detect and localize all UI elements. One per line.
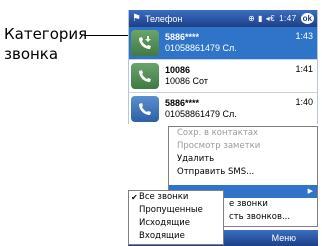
callout-label: Категория звонка [4, 24, 87, 64]
clock[interactable]: 1:47 [279, 14, 297, 23]
call-detail: 01058861479 Сл. [165, 109, 237, 119]
submenu-item-label: Все звонки [139, 192, 189, 202]
call-time: 1:43 [295, 31, 313, 41]
call-name: 10086 [165, 65, 191, 75]
callout-label-line2: звонка [4, 45, 59, 63]
start-menu-icon[interactable]: ⚑ [132, 13, 141, 24]
app-title: Телефон [144, 13, 183, 24]
menu-item-send-sms[interactable]: Отправить SMS... [169, 166, 317, 179]
call-detail: 01058861479 Сл. [165, 43, 237, 53]
call-time: 1:40 [295, 97, 313, 107]
menu-item-delete[interactable]: Удалить [169, 153, 317, 166]
menu-softkey[interactable]: Меню [272, 233, 296, 243]
incoming-call-icon [131, 63, 159, 89]
call-list-item[interactable]: 5886**** 01058861479 Сл. 1:43 [129, 27, 317, 60]
call-log-screen: ⚑ Телефон ⊕ ▮ ◂€ 1:47 ok 5886**** 010588… [128, 10, 318, 128]
submenu-item-all-calls[interactable]: ✔ Все звонки [129, 191, 223, 204]
signal-battery-icons: ⊕ ▮ ◂€ [248, 14, 276, 23]
call-name: 5886**** [165, 32, 200, 42]
check-icon: ✔ [131, 193, 138, 202]
call-name: 5886**** [165, 98, 200, 108]
menu-item-view-note: Просмотр заметки [177, 141, 261, 151]
call-detail: 10086 Сот [165, 76, 208, 86]
outgoing-call-icon [131, 96, 159, 122]
submenu-item-incoming[interactable]: Входящие [129, 230, 223, 243]
submenu-item-outgoing[interactable]: Исходящие [129, 217, 223, 230]
call-list-item[interactable]: 10086 10086 Сот 1:41 [129, 60, 317, 93]
submenu-item-missed[interactable]: Пропущенные [129, 204, 223, 217]
call-time: 1:41 [295, 64, 313, 74]
menu-item-save-contact: Сохр. в контактах [177, 128, 259, 138]
ok-button[interactable]: ok [300, 13, 314, 24]
incoming-call-icon [131, 30, 159, 56]
menu-screen: Сохр. в контактах Просмотр заметки Удали… [128, 124, 318, 246]
call-list-item[interactable]: 5886**** 01058861479 Сл. 1:40 [129, 93, 317, 126]
submenu-arrow-icon: ▶ [307, 187, 313, 195]
title-bar: ⚑ Телефон ⊕ ▮ ◂€ 1:47 ok [129, 10, 317, 27]
filter-submenu: ✔ Все звонки Пропущенные Исходящие Входя… [128, 190, 224, 245]
callout-label-line1: Категория [4, 25, 88, 43]
